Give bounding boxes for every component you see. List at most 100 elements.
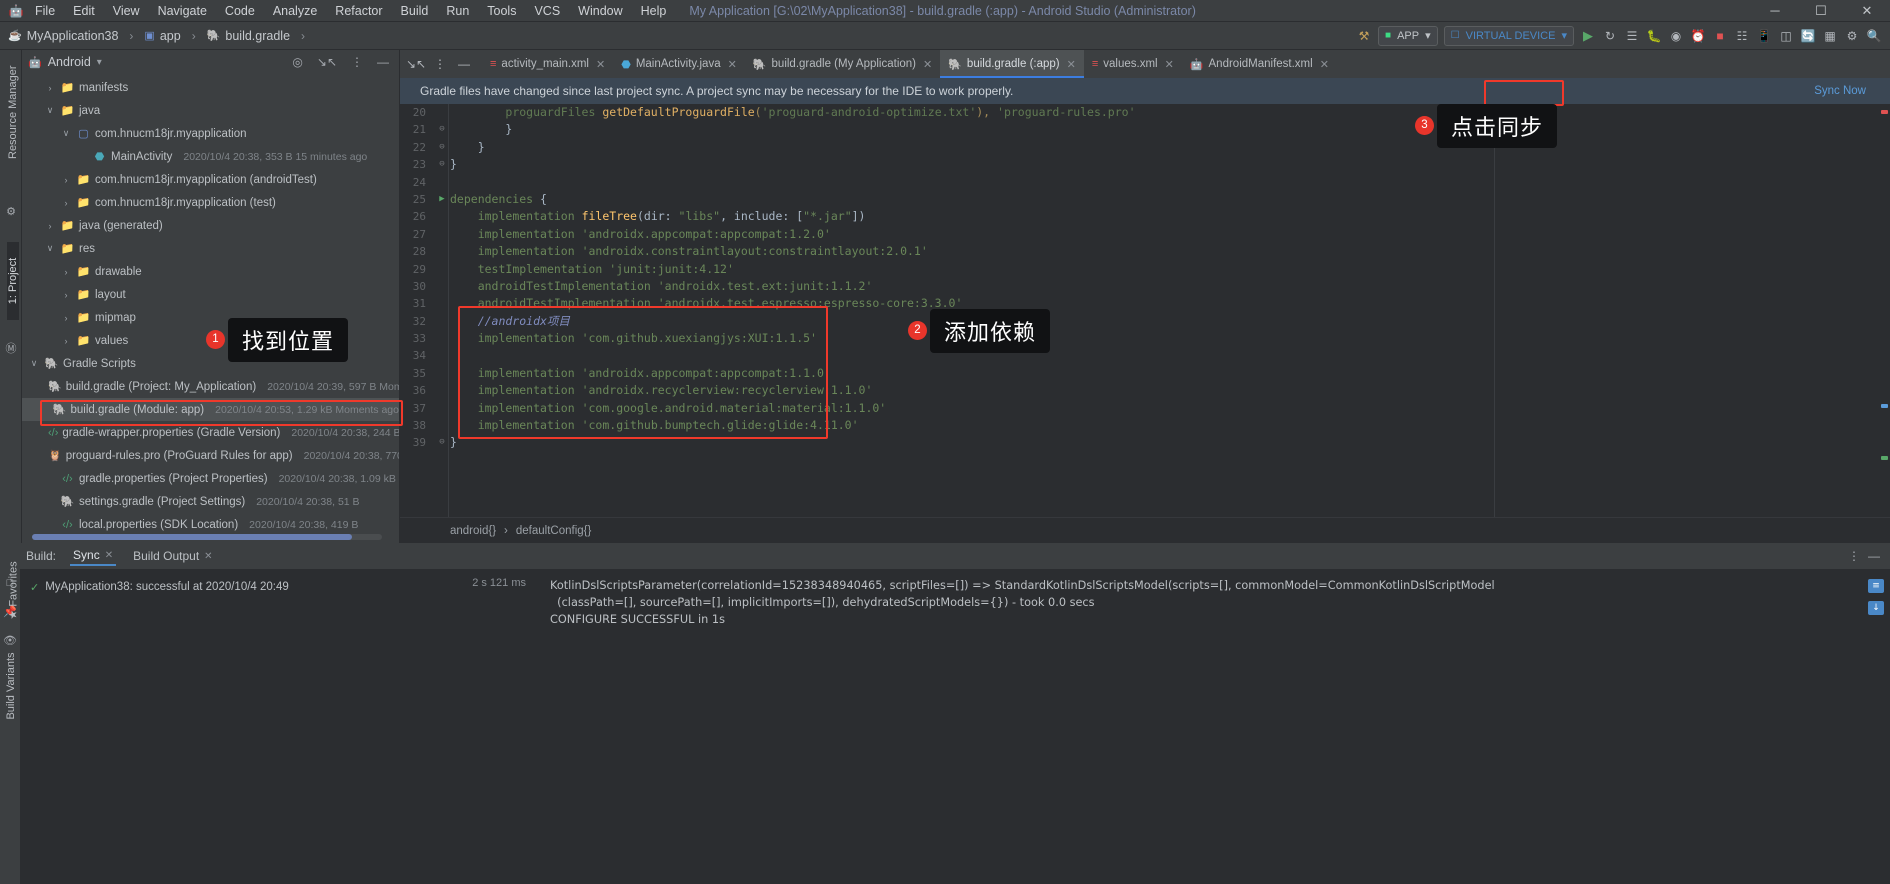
chevron-down-icon[interactable]: ∨: [28, 358, 40, 369]
tree-row[interactable]: 🐘 build.gradle (Project: My_Application) 2…: [22, 375, 399, 398]
chevron-down-icon[interactable]: ∨: [44, 105, 56, 116]
breadcrumb-file[interactable]: build.gradle: [225, 29, 290, 43]
chevron-down-icon[interactable]: ∨: [60, 128, 72, 139]
tree-row[interactable]: 🐘 build.gradle (Module: app) 2020/10/4 20:…: [22, 398, 399, 421]
menu-item-view[interactable]: View: [104, 2, 149, 20]
menu-item-file[interactable]: File: [26, 2, 64, 20]
tree-row[interactable]: ‹/› gradle.properties (Project Properties…: [22, 467, 399, 490]
collapse-all-icon[interactable]: ↘↖: [313, 55, 341, 69]
menu-item-window[interactable]: Window: [569, 2, 631, 20]
chevron-right-icon[interactable]: ›: [60, 336, 72, 346]
tree-row[interactable]: › 📁 com.hnucm18jr.myapplication (test): [22, 191, 399, 214]
tab-build-output-close-icon[interactable]: ✕: [204, 551, 212, 562]
tool-window-build-variants[interactable]: Build Variants: [5, 647, 17, 725]
breadcrumb-project[interactable]: MyApplication38: [27, 29, 119, 43]
tree-row[interactable]: ‹/› gradle-wrapper.properties (Gradle Ver…: [22, 421, 399, 444]
chevron-down-icon[interactable]: ∨: [44, 243, 56, 254]
close-icon[interactable]: ✕: [1067, 58, 1076, 71]
code-editor[interactable]: 20 proguardFiles getDefaultProguardFile(…: [400, 104, 1890, 517]
chevron-right-icon[interactable]: ›: [60, 175, 72, 185]
code-line[interactable]: 35 implementation 'androidx.appcompat:ap…: [400, 365, 1890, 382]
tree-row[interactable]: › 📁 manifests: [22, 76, 399, 99]
editor-tab[interactable]: ≡ values.xml ✕: [1084, 50, 1182, 78]
code-fold-icon[interactable]: ⊖: [434, 156, 450, 173]
tree-row[interactable]: 🐘 settings.gradle (Project Settings) 2020/…: [22, 490, 399, 513]
close-button[interactable]: ✕: [1844, 3, 1890, 19]
menu-item-run[interactable]: Run: [437, 2, 478, 20]
editor-tab[interactable]: 🤖 AndroidManifest.xml ✕: [1182, 50, 1337, 78]
chevron-right-icon[interactable]: ›: [44, 221, 56, 231]
code-line[interactable]: 32 //androidx项目: [400, 313, 1890, 330]
code-line[interactable]: 23 ⊖}: [400, 156, 1890, 173]
sync-now-link[interactable]: Sync Now: [1814, 85, 1866, 97]
layout-inspector-icon[interactable]: ◫: [1776, 26, 1796, 46]
tool-window-resource-manager[interactable]: Resource Manager: [7, 65, 19, 159]
close-icon[interactable]: ✕: [596, 58, 605, 71]
code-line[interactable]: 20 proguardFiles getDefaultProguardFile(…: [400, 104, 1890, 121]
editor-tab[interactable]: ⬣ MainActivity.java ✕: [613, 50, 745, 78]
code-line[interactable]: 37 implementation 'com.google.android.ma…: [400, 400, 1890, 417]
minimize-button[interactable]: ─: [1752, 3, 1798, 18]
profiler-icon[interactable]: ⏰: [1688, 26, 1708, 46]
tree-row[interactable]: › 📁 com.hnucm18jr.myapplication (androidTe…: [22, 168, 399, 191]
code-line[interactable]: 30 androidTestImplementation 'androidx.t…: [400, 278, 1890, 295]
rerun-icon[interactable]: ↻: [1600, 26, 1620, 46]
tree-row[interactable]: › 📁 java (generated): [22, 214, 399, 237]
run-gutter-icon[interactable]: ▶: [434, 191, 450, 208]
menu-item-build[interactable]: Build: [392, 2, 438, 20]
chevron-right-icon[interactable]: ›: [60, 313, 72, 323]
avd-manager-icon[interactable]: 📱: [1754, 26, 1774, 46]
tree-row[interactable]: 🦉 proguard-rules.pro (ProGuard Rules for …: [22, 444, 399, 467]
project-view-selector[interactable]: Android: [48, 55, 91, 69]
menu-item-analyze[interactable]: Analyze: [264, 2, 326, 20]
code-line[interactable]: 39 ⊖}: [400, 434, 1890, 451]
tool-window-project[interactable]: 1: Project: [7, 242, 19, 320]
tree-row[interactable]: ∨ 📁 java: [22, 99, 399, 122]
code-line[interactable]: 28 implementation 'androidx.constraintla…: [400, 243, 1890, 260]
menu-item-help[interactable]: Help: [632, 2, 676, 20]
menu-item-tools[interactable]: Tools: [478, 2, 525, 20]
tab-sync[interactable]: Sync ✕: [70, 546, 117, 566]
run-configuration-selector[interactable]: ■ APP ▾: [1378, 25, 1438, 46]
maximize-button[interactable]: ☐: [1798, 3, 1844, 19]
maven-icon[interactable]: Ⓜ: [3, 340, 19, 356]
run-play-icon[interactable]: ▶: [1578, 26, 1598, 46]
breadcrumb-android-block[interactable]: android{}: [450, 525, 496, 537]
collapse-editor-icon[interactable]: ↘↖: [406, 54, 426, 74]
code-line[interactable]: 34: [400, 347, 1890, 364]
close-icon[interactable]: ✕: [1165, 58, 1174, 71]
hammer-build-icon[interactable]: ⚒: [1354, 26, 1374, 46]
stop-icon[interactable]: ■: [1710, 26, 1730, 46]
tree-row[interactable]: ‹/› local.properties (SDK Location) 2020/1…: [22, 513, 399, 534]
tab-build-output[interactable]: Build Output ✕: [130, 547, 215, 565]
locate-target-icon[interactable]: ◎: [288, 55, 306, 69]
tab-sync-close-icon[interactable]: ✕: [105, 550, 113, 561]
tree-row[interactable]: ∨ 📁 res: [22, 237, 399, 260]
chevron-right-icon[interactable]: ›: [60, 198, 72, 208]
code-line[interactable]: 24: [400, 174, 1890, 191]
log-soft-wrap-icon[interactable]: ≡: [1868, 579, 1884, 593]
editor-right-gutter[interactable]: [1878, 104, 1890, 517]
code-line[interactable]: 26 implementation fileTree(dir: "libs", …: [400, 208, 1890, 225]
breadcrumb-module[interactable]: app: [160, 29, 181, 43]
chevron-right-icon[interactable]: ›: [60, 267, 72, 277]
menu-item-navigate[interactable]: Navigate: [149, 2, 216, 20]
chevron-right-icon[interactable]: ›: [44, 83, 56, 93]
hide-panel-icon[interactable]: —: [373, 55, 393, 69]
code-line[interactable]: 31 androidTestImplementation 'androidx.t…: [400, 295, 1890, 312]
chevron-right-icon[interactable]: ›: [60, 290, 72, 300]
sync-log-output[interactable]: KotlinDslScriptsParameter(correlationId=…: [540, 569, 1890, 884]
tree-row[interactable]: ∨ ▢ com.hnucm18jr.myapplication: [22, 122, 399, 145]
menu-item-edit[interactable]: Edit: [64, 2, 104, 20]
code-line[interactable]: 38 implementation 'com.github.bumptech.g…: [400, 417, 1890, 434]
menu-item-vcs[interactable]: VCS: [525, 2, 569, 20]
build-panel-hide-icon[interactable]: —: [1868, 549, 1880, 563]
settings-kebab-icon[interactable]: ⋮: [347, 55, 367, 69]
code-fold-icon[interactable]: ⊖: [434, 139, 450, 156]
code-line[interactable]: 21 ⊖ }: [400, 121, 1890, 138]
log-download-icon[interactable]: ↓: [1868, 601, 1884, 615]
editor-options-icon[interactable]: ⋮: [430, 54, 450, 74]
hide-editor-icon[interactable]: —: [454, 54, 474, 74]
sdk-manager-icon[interactable]: ☷: [1732, 26, 1752, 46]
close-icon[interactable]: ✕: [1320, 58, 1329, 71]
